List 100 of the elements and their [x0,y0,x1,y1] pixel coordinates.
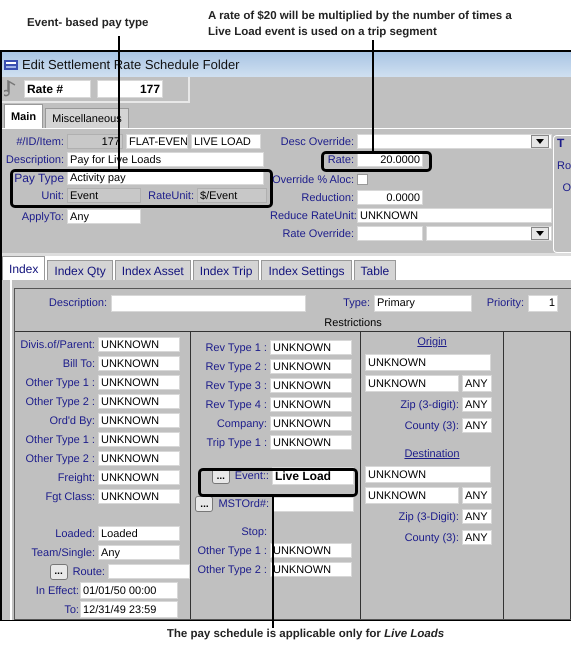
text-field[interactable]: UNKNOWN [98,337,180,352]
field-label: Route: [72,566,105,578]
text-field[interactable]: ANY [462,530,492,545]
tab[interactable]: Index [2,256,46,280]
field-label: Rev Type 4 : [204,398,267,410]
text-field[interactable]: Any [98,545,180,560]
field-label: Rev Type 2 : [204,360,267,372]
text-field[interactable] [111,294,306,312]
text-field[interactable]: UNKNOWN [98,413,180,428]
text-field[interactable]: UNKNOWN [98,489,180,504]
text-field[interactable]: UNKNOWN [270,562,352,577]
field-label: Other Type 1 : [24,434,95,446]
text-field[interactable]: 0.0000 [357,190,423,205]
group-title: Restrictions [323,317,383,331]
text-field[interactable]: Loaded [98,526,180,541]
annotation-text: The pay schedule is applicable only for Live Loads [166,628,444,640]
field-label: Event:: [234,470,269,482]
field-label: Rate: [326,154,354,166]
text-field[interactable] [357,226,423,241]
field-label: Desc Override: [280,136,354,148]
section-link[interactable]: Destination [404,448,460,460]
text-field[interactable]: UNKNOWN [365,375,459,392]
field-label: To: [63,604,79,616]
tab[interactable]: Index Qty [47,260,113,280]
readonly-field: Event [67,188,141,203]
text-field[interactable]: UNKNOWN [270,416,352,431]
field-label: RateUnit: [147,190,194,202]
text-field[interactable]: ANY [462,418,492,433]
tab[interactable]: Table [354,260,396,280]
readonly-field: $/Event [197,188,267,203]
text-field[interactable]: UNKNOWN [98,394,180,409]
text-field[interactable]: ANY [462,509,492,524]
field-label: Divis.of/Parent: [19,338,95,350]
annotation-text: A rate of $20 will be multiplied by the number of times a Live Load event is used on a trip segment [208,9,513,40]
field-label: Company: [216,418,267,430]
field-label: Team/Single: [30,546,95,558]
text-field[interactable]: UNKNOWN [270,359,352,374]
text-field[interactable]: ANY [462,397,492,412]
note-icon [4,80,18,98]
text-field[interactable]: UNKNOWN [98,432,180,447]
field-label: County (3): [404,532,459,544]
text-field[interactable]: UNKNOWN [365,354,491,371]
record-label-field: Rate # [24,80,91,98]
record-number-field[interactable]: 177 [97,80,163,98]
field-label: Override % Aloc: [271,174,354,186]
text-field[interactable]: UNKNOWN [270,378,352,393]
field-label: Rev Type 3 : [204,380,267,392]
field-label: Other Type 2 : [196,564,267,576]
tab[interactable]: Index Asset [114,260,191,280]
text-field[interactable]: ANY [462,375,492,392]
field-label: Stop: [240,526,267,538]
field-label: Ord'd By: [48,414,95,426]
date-field[interactable]: 01/01/50 00:00 [80,582,178,599]
field-label: Other Type 1 : [24,376,95,388]
text-field[interactable]: Any [67,209,141,224]
field-label: Bill To: [62,358,95,370]
field-label: Other Type 2 : [24,452,95,464]
field-label: Ro [557,160,571,172]
field-label: Rev Type 1 : [204,342,267,354]
dropdown-field[interactable] [426,226,552,241]
text-field[interactable]: UNKNOWN [270,543,352,558]
lookup-button[interactable]: ... [50,564,68,580]
field-label: Other Type 2 : [24,396,95,408]
text-field[interactable]: UNKNOWN [270,340,352,355]
tab[interactable]: Index Trip [192,260,260,280]
text-field[interactable]: UNKNOWN [270,435,352,450]
text-field[interactable]: UNKNOWN [365,466,491,483]
caret-icon [536,139,544,144]
text-field[interactable]: UNKNOWN [98,375,180,390]
field-label: Freight: [56,472,95,484]
text-field[interactable]: Primary [374,294,472,312]
text-field[interactable]: UNKNOWN [270,397,352,412]
field-label: Description: [4,154,64,166]
app-icon [4,60,18,70]
field-label: In Effect: [34,584,79,596]
tab[interactable]: Index Settings [261,260,352,280]
text-field[interactable]: UNKNOWN [357,208,552,223]
field-label: MSTOrd#: [218,498,269,510]
text-field[interactable]: UNKNOWN [365,487,459,504]
field-label: Priority: [486,297,524,309]
field-label: Other Type 1 : [196,544,267,556]
text-field[interactable] [272,496,354,512]
text-field[interactable]: LIVE LOAD [191,134,261,149]
text-field[interactable]: UNKNOWN [98,356,180,371]
checkbox[interactable] [357,174,368,185]
text-field[interactable]: FLAT-EVEN [126,134,188,149]
section-link[interactable]: Origin [417,336,447,348]
text-field[interactable]: ANY [462,487,492,504]
text-field[interactable] [108,564,190,579]
text-field[interactable]: UNKNOWN [98,451,180,466]
field-label: Fgt Class: [44,490,95,502]
tab[interactable]: Main [4,104,44,128]
field-label: Description: [48,297,107,309]
dropdown-field[interactable] [357,134,552,149]
text-field[interactable]: 1 [528,294,558,312]
text-field[interactable]: UNKNOWN [98,470,180,485]
field-label: Reduction: [300,192,354,204]
date-field[interactable]: 12/31/49 23:59 [80,601,178,618]
lookup-button[interactable]: ... [195,496,214,512]
field-label: Zip (3-digit): [399,398,459,410]
